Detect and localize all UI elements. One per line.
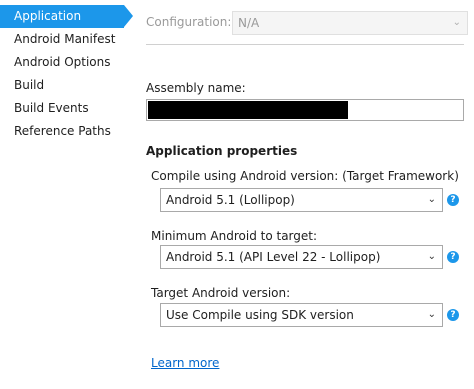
compile-version-label: Compile using Android version: (Target F… <box>151 169 459 183</box>
sidebar-item-label: Android Options <box>14 55 111 69</box>
sidebar-item-reference-paths[interactable]: Reference Paths <box>0 120 132 143</box>
chevron-down-icon: ⌄ <box>427 251 436 262</box>
redacted-value <box>148 101 348 119</box>
main-panel: Configuration: N/A ⌄ Assembly name: Appl… <box>140 0 474 389</box>
help-icon[interactable]: ? <box>447 309 459 321</box>
compile-version-value: Android 5.1 (Lollipop) <box>166 193 295 207</box>
configuration-row: Configuration: N/A ⌄ <box>146 11 468 35</box>
section-heading: Application properties <box>146 144 298 158</box>
configuration-label: Configuration: <box>146 15 232 29</box>
configuration-select: N/A ⌄ <box>232 11 468 35</box>
chevron-down-icon: ⌄ <box>452 17 461 28</box>
assembly-name-input[interactable] <box>146 99 464 121</box>
sidebar-item-build[interactable]: Build <box>0 74 132 97</box>
minimum-android-value: Android 5.1 (API Level 22 - Lollipop) <box>166 250 381 264</box>
sidebar-item-label: Build <box>14 78 45 92</box>
sidebar-item-android-manifest[interactable]: Android Manifest <box>0 28 132 51</box>
target-android-select[interactable]: Use Compile using SDK version ⌄ <box>160 303 443 327</box>
sidebar-item-label: Android Manifest <box>14 32 116 46</box>
assembly-name-label: Assembly name: <box>146 81 246 95</box>
minimum-android-label: Minimum Android to target: <box>151 229 318 243</box>
sidebar-item-build-events[interactable]: Build Events <box>0 97 132 120</box>
target-android-label: Target Android version: <box>151 286 291 300</box>
sidebar-item-android-options[interactable]: Android Options <box>0 51 132 74</box>
active-arrow-icon <box>124 5 133 27</box>
minimum-android-select[interactable]: Android 5.1 (API Level 22 - Lollipop) ⌄ <box>160 245 443 269</box>
divider <box>146 44 464 45</box>
configuration-value: N/A <box>238 16 260 30</box>
sidebar: Application Android Manifest Android Opt… <box>0 0 140 389</box>
compile-version-select[interactable]: Android 5.1 (Lollipop) ⌄ <box>160 188 443 212</box>
sidebar-item-label: Build Events <box>14 101 89 115</box>
chevron-down-icon: ⌄ <box>427 309 436 320</box>
help-icon[interactable]: ? <box>447 194 459 206</box>
learn-more-link[interactable]: Learn more <box>151 356 219 370</box>
sidebar-item-label: Reference Paths <box>14 124 111 138</box>
sidebar-item-label: Application <box>14 9 82 23</box>
help-icon[interactable]: ? <box>447 251 459 263</box>
target-android-value: Use Compile using SDK version <box>166 308 354 322</box>
sidebar-item-application[interactable]: Application <box>0 5 133 28</box>
chevron-down-icon: ⌄ <box>427 194 436 205</box>
